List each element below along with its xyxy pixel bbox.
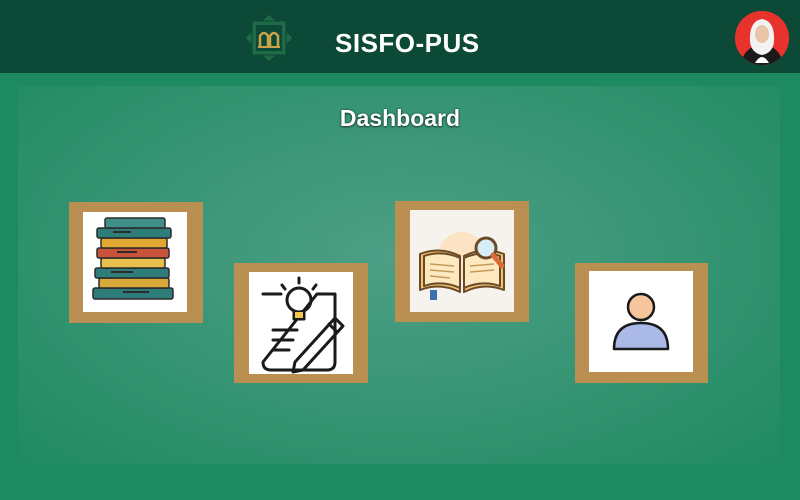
user-avatar[interactable]	[735, 11, 789, 65]
idea-notes-pencil-icon	[261, 276, 345, 374]
app-title: SISFO-PUS	[335, 28, 480, 58]
books-menu-tile[interactable]	[69, 202, 203, 323]
user-profile-icon	[612, 292, 670, 351]
page-title: Dashboard	[339, 105, 461, 131]
top-bar: SISFO-PUS	[0, 0, 800, 73]
library-logo-icon[interactable]	[241, 13, 297, 63]
profile-menu-tile[interactable]	[575, 263, 708, 383]
book-stack-icon	[92, 217, 174, 300]
search-books-menu-tile[interactable]	[395, 201, 529, 322]
open-book-search-icon	[410, 210, 514, 312]
input-notes-menu-tile[interactable]	[234, 263, 368, 383]
